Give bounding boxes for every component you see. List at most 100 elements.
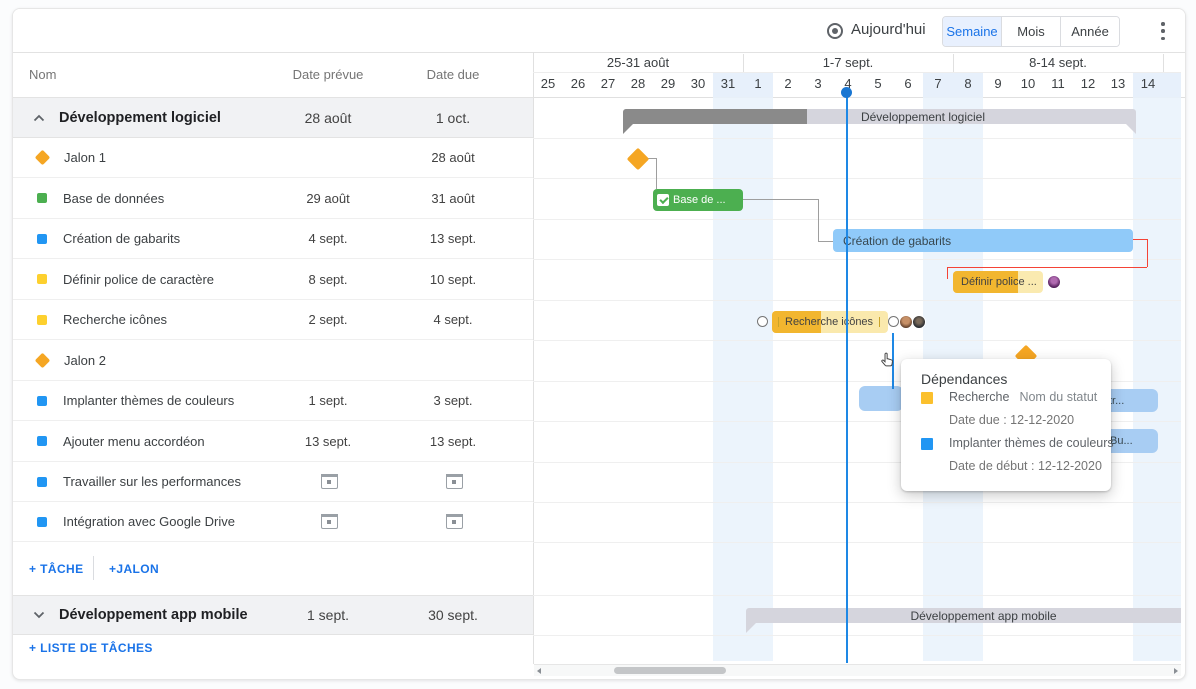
calendar-icon[interactable]: [321, 514, 338, 529]
planned-date-cell[interactable]: 4 sept.: [278, 231, 378, 246]
gantt-bar-base-de-donnees[interactable]: Base de ...: [653, 189, 743, 211]
add-milestone-button[interactable]: +JALON: [109, 562, 159, 576]
table-row-jalon1[interactable]: Jalon 1 28 août: [13, 138, 533, 178]
day-cell[interactable]: 25: [533, 76, 563, 97]
table-row-group-app-mobile[interactable]: Développement app mobile 1 sept. 30 sept…: [13, 595, 533, 635]
assignee-avatar[interactable]: [912, 315, 926, 329]
view-month-button[interactable]: Mois: [1001, 17, 1060, 46]
collapse-chevron-up-icon[interactable]: [33, 114, 45, 122]
due-date-cell[interactable]: 10 sept.: [403, 272, 503, 287]
due-date-cell[interactable]: 4 sept.: [403, 312, 503, 327]
today-target-icon[interactable]: [827, 23, 843, 39]
dependency-handle[interactable]: [757, 316, 768, 327]
day-cell[interactable]: 31: [713, 76, 743, 97]
planned-date-cell[interactable]: 28 août: [278, 110, 378, 126]
table-row-jalon2[interactable]: Jalon 2: [13, 340, 533, 381]
gantt-bar-definir-police[interactable]: Définir police ...: [953, 271, 1043, 293]
planned-date-cell[interactable]: 8 sept.: [278, 272, 378, 287]
day-cell[interactable]: 10: [1013, 76, 1043, 97]
checkbox-checked-icon[interactable]: [657, 194, 669, 206]
day-cell[interactable]: 12: [1073, 76, 1103, 97]
day-cell[interactable]: 26: [563, 76, 593, 97]
table-row-base-de-donnees[interactable]: Base de données 29 août 31 août: [13, 178, 533, 219]
day-cell[interactable]: 3: [803, 76, 833, 97]
gantt-bar-fragment-tr[interactable]: tr...: [1103, 389, 1158, 412]
gantt-bar-creation-gabarits[interactable]: Création de gabarits: [833, 229, 1133, 252]
table-row-integration-drive[interactable]: Intégration avec Google Drive: [13, 502, 533, 542]
task-name: Ajouter menu accordéon: [63, 434, 205, 449]
day-cell[interactable]: 13: [1103, 76, 1133, 97]
assignee-avatar[interactable]: [1047, 275, 1061, 289]
due-date-cell[interactable]: 3 sept.: [403, 393, 503, 408]
add-tasklist-button[interactable]: + LISTE DE TÂCHES: [29, 641, 153, 655]
day-cell[interactable]: 2: [773, 76, 803, 97]
resize-grip[interactable]: [879, 317, 880, 327]
day-cell[interactable]: 30: [683, 76, 713, 97]
status-color-icon: [921, 438, 933, 450]
more-options-icon[interactable]: [1155, 22, 1171, 40]
day-cell[interactable]: 5: [863, 76, 893, 97]
calendar-icon[interactable]: [321, 474, 338, 489]
due-date-cell[interactable]: 28 août: [403, 150, 503, 165]
planned-date-cell[interactable]: 13 sept.: [278, 434, 378, 449]
planned-date-cell[interactable]: 1 sept.: [278, 607, 378, 623]
table-row-creation-gabarits[interactable]: Création de gabarits 4 sept. 13 sept.: [13, 219, 533, 259]
horizontal-scrollbar[interactable]: [534, 664, 1181, 676]
dependency-handle[interactable]: [888, 316, 899, 327]
day-cell[interactable]: 28: [623, 76, 653, 97]
task-color-icon: [37, 477, 47, 487]
table-row-group-logiciel[interactable]: Développement logiciel 28 août 1 oct.: [13, 97, 533, 138]
row-divider: [533, 178, 1181, 179]
gantt-bar-implanter-fragment[interactable]: [859, 386, 903, 411]
table-row-ajouter-menu[interactable]: Ajouter menu accordéon 13 sept. 13 sept.: [13, 421, 533, 462]
day-cell[interactable]: 1: [743, 76, 773, 97]
planned-date-cell[interactable]: 1 sept.: [278, 393, 378, 408]
day-cell[interactable]: 27: [593, 76, 623, 97]
gantt-milestone-jalon1[interactable]: [627, 148, 650, 171]
task-color-icon: [37, 234, 47, 244]
planned-date-cell[interactable]: 29 août: [278, 191, 378, 206]
planned-date-cell[interactable]: 2 sept.: [278, 312, 378, 327]
day-cell[interactable]: 6: [893, 76, 923, 97]
day-cell[interactable]: 8: [953, 76, 983, 97]
view-year-button[interactable]: Année: [1060, 17, 1119, 46]
milestone-icon: [35, 150, 51, 166]
gantt-app-card: Aujourd'hui Semaine Mois Année Nom Date …: [12, 8, 1186, 680]
status-color-icon: [921, 392, 933, 404]
due-date-cell[interactable]: 1 oct.: [403, 110, 503, 126]
column-header-name: Nom: [29, 67, 56, 82]
day-cell[interactable]: 7: [923, 76, 953, 97]
task-color-icon: [37, 193, 47, 203]
scroll-left-arrow-icon[interactable]: [537, 668, 541, 674]
table-row-recherche-icones[interactable]: Recherche icônes 2 sept. 4 sept.: [13, 300, 533, 340]
day-cell[interactable]: 9: [983, 76, 1013, 97]
bar-label: Base de ...: [673, 194, 726, 206]
add-task-button[interactable]: + TÂCHE: [29, 562, 83, 576]
table-row-implanter-themes[interactable]: Implanter thèmes de couleurs 1 sept. 3 s…: [13, 381, 533, 421]
assignee-avatar[interactable]: [899, 315, 913, 329]
week-label: 1-7 sept.: [823, 55, 874, 70]
table-row-travailler-performances[interactable]: Travailler sur les performances: [13, 462, 533, 502]
scroll-right-arrow-icon[interactable]: [1174, 668, 1178, 674]
day-cell[interactable]: 29: [653, 76, 683, 97]
due-date-cell[interactable]: 31 août: [403, 191, 503, 206]
gantt-bar-recherche-icones[interactable]: Recherche icônes: [772, 311, 888, 333]
expand-chevron-down-icon[interactable]: [33, 611, 45, 619]
task-name: Création de gabarits: [63, 231, 180, 246]
task-color-icon: [37, 274, 47, 284]
scrollbar-thumb[interactable]: [614, 667, 726, 674]
calendar-icon[interactable]: [446, 474, 463, 489]
today-button[interactable]: Aujourd'hui: [851, 21, 926, 38]
day-cell[interactable]: 11: [1043, 76, 1073, 97]
due-date-cell[interactable]: 13 sept.: [403, 434, 503, 449]
calendar-icon[interactable]: [446, 514, 463, 529]
day-cell[interactable]: 14: [1133, 76, 1163, 97]
resize-grip[interactable]: [778, 317, 779, 327]
summary-tail-right: [1126, 124, 1136, 134]
due-date-cell[interactable]: 30 sept.: [403, 607, 503, 623]
tooltip-task-line: Implanter thèmes de couleurs: [949, 436, 1114, 450]
table-row-definir-police[interactable]: Définir police de caractère 8 sept. 10 s…: [13, 259, 533, 300]
row-divider: [533, 219, 1181, 220]
due-date-cell[interactable]: 13 sept.: [403, 231, 503, 246]
view-week-button[interactable]: Semaine: [943, 17, 1001, 46]
